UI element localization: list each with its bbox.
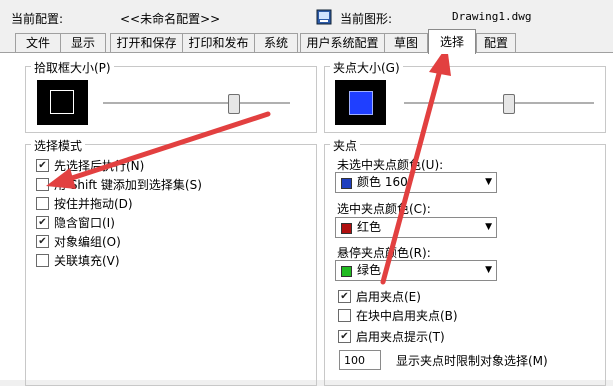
checkbox-label: 按住并拖动(D) xyxy=(54,197,133,211)
chevron-down-icon[interactable]: ▼ xyxy=(485,261,492,280)
press-and-drag-checkbox[interactable]: 按住并拖动(D) xyxy=(36,196,133,212)
grip-object-limit-input[interactable]: 100 xyxy=(339,350,381,370)
checkbox-box[interactable] xyxy=(36,254,49,267)
enable-grips-in-blocks-checkbox[interactable]: 在块中启用夹点(B) xyxy=(338,308,458,324)
color-swatch xyxy=(341,178,352,189)
color-swatch xyxy=(341,266,352,277)
current-drawing-label: 当前图形: xyxy=(340,12,393,26)
grip-size-title: 夹点大小(G) xyxy=(330,59,403,76)
checkbox-label: 用 Shift 键添加到选择集(S) xyxy=(54,178,202,192)
grips-title: 夹点 xyxy=(330,137,361,154)
chevron-down-icon[interactable]: ▼ xyxy=(485,218,492,237)
selected-grip-color-value: 红色 xyxy=(357,220,382,234)
associative-hatch-checkbox[interactable]: 关联填充(V) xyxy=(36,253,120,269)
tab-profiles[interactable]: 配置 xyxy=(476,33,516,52)
chevron-down-icon[interactable]: ▼ xyxy=(485,173,492,192)
enable-grips-checkbox[interactable]: ✔ 启用夹点(E) xyxy=(338,289,421,305)
shift-add-checkbox[interactable]: 用 Shift 键添加到选择集(S) xyxy=(36,177,202,193)
checkbox-box[interactable]: ✔ xyxy=(36,216,49,229)
unselected-grip-color-select[interactable]: 颜色 160 ▼ xyxy=(335,172,497,193)
checkbox-box[interactable]: ✔ xyxy=(36,235,49,248)
options-header: 当前配置: <<未命名配置>> 当前图形: Drawing1.dwg xyxy=(0,0,613,33)
checkbox-box[interactable] xyxy=(338,309,351,322)
unselected-grip-color-value: 颜色 160 xyxy=(357,175,408,189)
object-grouping-checkbox[interactable]: ✔ 对象编组(O) xyxy=(36,234,121,250)
checkbox-box[interactable]: ✔ xyxy=(338,330,351,343)
tab-plot-publish[interactable]: 打印和发布 xyxy=(182,33,255,52)
checkbox-label: 启用夹点(E) xyxy=(356,290,421,304)
checkbox-label: 隐含窗口(I) xyxy=(54,216,115,230)
tab-open-save[interactable]: 打开和保存 xyxy=(110,33,183,52)
options-tabs: 文件 显示 打开和保存 打印和发布 系统 用户系统配置 草图 选择 配置 xyxy=(0,29,613,54)
tab-drafting[interactable]: 草图 xyxy=(384,33,428,52)
checkbox-box[interactable] xyxy=(36,197,49,210)
selected-grip-color-select[interactable]: 红色 ▼ xyxy=(335,217,497,238)
hover-grip-color-value: 绿色 xyxy=(357,263,382,277)
hover-grip-color-select[interactable]: 绿色 ▼ xyxy=(335,260,497,281)
checkbox-box[interactable] xyxy=(36,178,49,191)
tab-files[interactable]: 文件 xyxy=(15,33,61,52)
current-profile-value: <<未命名配置>> xyxy=(120,12,221,26)
current-drawing-value: Drawing1.dwg xyxy=(452,10,532,23)
enable-grip-tips-checkbox[interactable]: ✔ 启用夹点提示(T) xyxy=(338,329,445,345)
checkbox-box[interactable]: ✔ xyxy=(36,159,49,172)
selection-modes-title: 选择模式 xyxy=(31,137,86,154)
checkbox-label: 先选择后执行(N) xyxy=(54,159,145,173)
hover-grip-color-label: 悬停夹点颜色(R): xyxy=(337,246,431,260)
pickbox-size-title: 拾取框大小(P) xyxy=(31,59,114,76)
checkbox-label: 启用夹点提示(T) xyxy=(356,330,445,344)
pickbox-slider-thumb[interactable] xyxy=(227,94,240,114)
checkbox-box[interactable]: ✔ xyxy=(338,290,351,303)
checkbox-label: 关联填充(V) xyxy=(54,254,120,268)
unselected-grip-color-label: 未选中夹点颜色(U): xyxy=(337,158,444,172)
tab-display[interactable]: 显示 xyxy=(60,33,106,52)
pickbox-preview xyxy=(37,80,88,125)
tab-selection[interactable]: 选择 xyxy=(428,29,476,54)
checkbox-label: 对象编组(O) xyxy=(54,235,121,249)
noun-verb-selection-checkbox[interactable]: ✔ 先选择后执行(N) xyxy=(36,158,144,174)
grip-size-slider-track xyxy=(404,102,594,105)
current-profile-label: 当前配置: xyxy=(11,12,64,26)
grip-size-slider-thumb[interactable] xyxy=(502,94,515,114)
checkbox-label: 在块中启用夹点(B) xyxy=(356,309,458,323)
selection-tab-panel: 拾取框大小(P) 夹点大小(G) 选择模式 ✔ 先选择后执行(N) 用 Shift… xyxy=(0,53,613,386)
grip-size-preview xyxy=(335,80,386,125)
pickbox-slider-track xyxy=(103,102,290,105)
tab-user-preferences[interactable]: 用户系统配置 xyxy=(300,33,385,52)
grip-object-limit-label: 显示夹点时限制对象选择(M) xyxy=(396,354,548,368)
color-swatch xyxy=(341,223,352,234)
drawing-file-icon xyxy=(316,9,332,25)
implied-windowing-checkbox[interactable]: ✔ 隐含窗口(I) xyxy=(36,215,115,231)
tab-system[interactable]: 系统 xyxy=(254,33,298,52)
selected-grip-color-label: 选中夹点颜色(C): xyxy=(337,202,431,216)
